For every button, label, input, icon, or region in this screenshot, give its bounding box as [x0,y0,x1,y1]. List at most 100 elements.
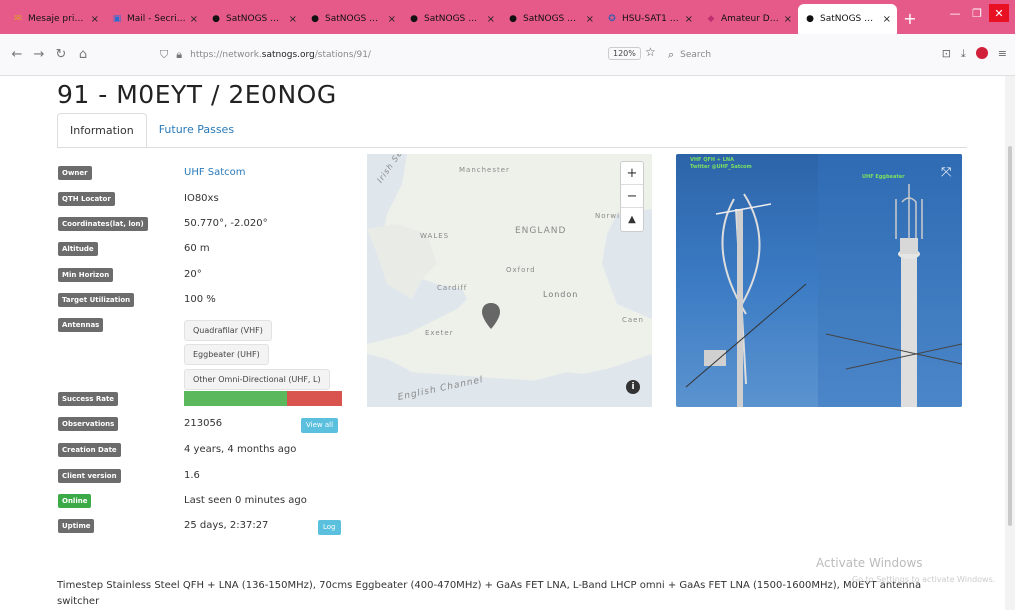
tab-title: SatNOGS Netwo [523,14,583,24]
tab-close-icon[interactable]: × [289,14,297,25]
antenna-badge: Eggbeater (UHF) [184,344,269,365]
mail-icon: ✉ [14,14,22,24]
forward-icon[interactable]: → [28,47,50,62]
compass-icon[interactable]: ▲ [621,208,643,231]
uptime-label: Uptime [58,519,95,533]
tab-future-passes[interactable]: Future Passes [147,113,246,148]
target-util-label: Target Utilization [58,293,135,307]
pocket-icon[interactable]: ⊡ [942,47,951,61]
tab-close-icon[interactable]: × [487,14,495,25]
back-icon[interactable]: ← [6,47,28,62]
antenna-illustration [685,184,962,407]
map-label: Exeter [425,329,454,337]
extension-icon[interactable] [975,47,988,59]
map-label: Oxford [506,266,536,274]
satnogs-icon: ● [806,14,814,24]
last-seen-value: Last seen 0 minutes ago [184,495,307,506]
min-horizon-label: Min Horizon [58,268,114,282]
reload-icon[interactable]: ↻ [50,47,72,62]
url-path: /stations/91/ [314,49,371,60]
tab-close-icon[interactable]: × [190,14,198,25]
tab-title: HSU-SAT1 Satell [622,14,682,24]
activation-watermark-sub: Go to Settings to activate Windows. [852,575,996,584]
map-label: ENGLAND [515,226,567,236]
qth-label: QTH Locator [58,192,115,206]
tabs-divider [57,147,967,148]
uptime-value: 25 days, 2:37:27 [184,520,269,531]
tab-close-icon[interactable]: × [784,14,792,25]
page-title: 91 - M0EYT / 2E0NOG [57,80,337,109]
station-map[interactable]: Irish Se Manchester Norwi WALES ENGLAND … [367,154,652,407]
antenna-badge: Quadrafilar (VHF) [184,320,272,341]
tab-information[interactable]: Information [57,113,147,148]
info-icon[interactable]: i [626,380,640,394]
satnogs-icon: ● [410,14,418,24]
home-icon[interactable]: ⌂ [72,47,94,62]
success-rate-label: Success Rate [58,392,119,406]
zoom-in-icon[interactable]: + [621,162,643,185]
tab-title: Mesaje primite - [28,14,88,24]
shield-icon[interactable]: ⛉ [160,48,168,62]
close-window-icon[interactable]: ✕ [989,4,1009,22]
tab-title: Mail - Secrieru N [127,14,187,24]
minimize-icon[interactable]: — [945,4,965,22]
page-tabs: Information Future Passes [57,113,246,148]
map-controls: + − ▲ [620,161,644,232]
browser-tab-strip: ✉Mesaje primite - ×▣Mail - Secrieru N×●S… [0,0,1015,34]
browser-tab[interactable]: ● SatNOGS Netwo× [303,4,402,34]
satnogs-icon: ● [311,14,319,24]
map-label: WALES [420,232,450,240]
zoom-level[interactable]: 120% [608,47,641,60]
outlook-icon: ▣ [112,14,122,24]
client-version-value: 1.6 [184,470,200,481]
view-all-button[interactable]: View all [301,418,339,433]
log-button[interactable]: Log [318,520,341,535]
station-photo[interactable]: VHF QFH + LNA Twitter @UHF_Satcom UHF Eg… [676,154,962,407]
station-marker-icon[interactable] [481,302,501,330]
qth-value: IO80xs [184,193,219,204]
tab-close-icon[interactable]: × [91,14,99,25]
map-label: Caen [622,316,644,324]
observations-label: Observations [58,417,119,431]
owner-link[interactable]: UHF Satcom [184,167,246,178]
activation-watermark: Activate Windows [816,556,923,570]
maximize-icon[interactable]: ❐ [967,4,987,22]
url-domain: satnogs.org [261,49,315,60]
browser-tab[interactable]: ● SatNOGS Netwo× [501,4,600,34]
client-version-label: Client version [58,469,121,483]
new-tab-button[interactable]: + [897,4,923,34]
browser-tab[interactable]: ● SatNOGS Networ× [204,4,303,34]
browser-tab[interactable]: ◆ Amateur DSN - L× [699,4,798,34]
browser-tab[interactable]: ● SatNOGS Networ× [798,4,897,34]
window-controls: — ❐ ✕ [945,4,1009,22]
search-input[interactable]: ⌕ Search [668,42,928,68]
browser-tab[interactable]: ✪ HSU-SAT1 Satell× [600,4,699,34]
tab-close-icon[interactable]: × [685,14,693,25]
tab-close-icon[interactable]: × [388,14,396,25]
tab-close-icon[interactable]: × [586,14,594,25]
coords-value: 50.770°, -2.020° [184,218,268,229]
zoom-out-icon[interactable]: − [621,185,643,208]
browser-tab[interactable]: ✉ Mesaje primite - × [6,4,105,34]
bookmark-star-icon[interactable]: ☆ [645,45,656,59]
search-icon: ⌕ [668,48,675,61]
station-description: Timestep Stainless Steel QFH + LNA (136-… [57,580,922,607]
tab-title: SatNOGS Networ [820,14,880,24]
page-scrollbar[interactable] [1005,76,1015,610]
map-label: London [543,290,579,299]
toolbar-icons: ⊡ ⤓ ≡ [942,47,1007,61]
browser-tab[interactable]: ▣ Mail - Secrieru N× [105,4,204,34]
tab-title: Amateur DSN - L [721,14,781,24]
online-status-badge: Online [58,494,92,508]
lock-icon[interactable]: 🔒︎ [176,48,182,62]
observations-value: 213056 [184,418,223,429]
browser-tab[interactable]: ● SatNOGS Netwo× [402,4,501,34]
tab-list: ✉Mesaje primite - ×▣Mail - Secrieru N×●S… [6,4,897,34]
menu-icon[interactable]: ≡ [998,47,1007,61]
downloads-icon[interactable]: ⤓ [961,47,966,61]
altitude-value: 60 m [184,243,210,254]
scrollbar-thumb[interactable] [1008,146,1012,526]
tab-close-icon[interactable]: × [883,14,891,25]
target-util-value: 100 % [184,294,216,305]
expand-icon[interactable]: ⤧ [941,165,951,180]
